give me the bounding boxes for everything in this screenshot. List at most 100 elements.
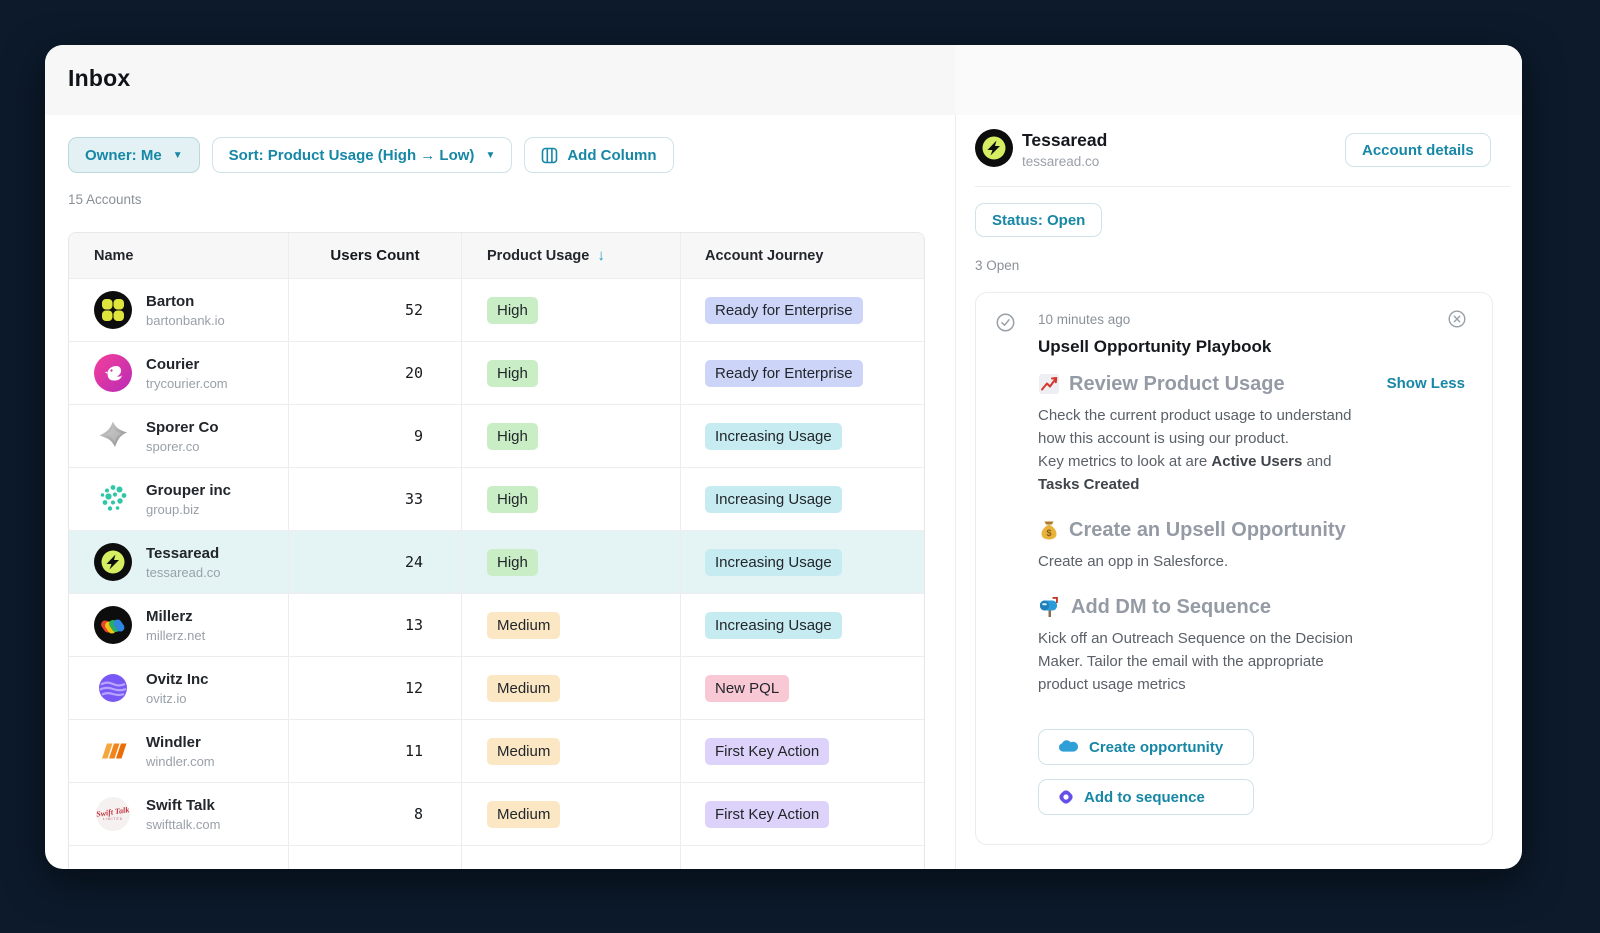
ovitz-logo xyxy=(97,672,129,704)
add-column-button[interactable]: Add Column xyxy=(524,137,674,173)
table-header-row: Name Users Count Product Usage ↓ Account… xyxy=(69,233,924,278)
product-usage-badge: Medium xyxy=(487,737,561,765)
account-journey-badge: Ready for Enterprise xyxy=(705,296,863,324)
product-usage-badge: Medium xyxy=(487,611,561,639)
swifttalk-logo xyxy=(95,797,130,831)
account-journey-badge: Increasing Usage xyxy=(705,422,842,450)
product-usage-badge: High xyxy=(487,485,538,513)
product-usage-badge: Medium xyxy=(487,800,561,828)
table-row-partial xyxy=(69,845,924,869)
account-name: Swift Talk xyxy=(146,796,215,814)
show-less-link[interactable]: Show Less xyxy=(1387,375,1465,392)
account-name: Grouper inc xyxy=(146,481,232,499)
accounts-count: 15 Accounts xyxy=(68,192,142,207)
accounts-table: Name Users Count Product Usage ↓ Account… xyxy=(68,232,925,869)
product-usage-badge: High xyxy=(487,422,538,450)
product-usage-badge: High xyxy=(487,548,538,576)
sort-descending-icon: ↓ xyxy=(597,247,605,264)
grouper-logo xyxy=(100,485,127,511)
account-domain: windler.com xyxy=(146,753,215,769)
step-body-add-dm: Kick off an Outreach Sequence on the Dec… xyxy=(1038,630,1353,693)
table-row[interactable]: Millerz millerz.net 13 Medium Increasing… xyxy=(69,593,924,656)
tessaread-logo xyxy=(94,543,132,581)
table-row[interactable]: Swift Talk swifttalk.com 8 Medium First … xyxy=(69,782,924,845)
account-domain: tessaread.co xyxy=(146,564,221,580)
column-header-account-journey[interactable]: Account Journey xyxy=(680,233,924,278)
account-name: Ovitz Inc xyxy=(146,670,209,688)
step-heading-review-usage: Review Product Usage xyxy=(1038,371,1368,397)
account-journey-badge: First Key Action xyxy=(705,737,830,765)
close-circle-icon[interactable] xyxy=(1448,310,1466,328)
top-header-right-section xyxy=(955,45,1522,115)
column-header-users-count[interactable]: Users Count xyxy=(288,233,461,278)
account-domain: ovitz.io xyxy=(146,690,187,706)
users-count-value: 12 xyxy=(288,657,461,719)
add-to-sequence-button[interactable]: Add to sequence xyxy=(1038,779,1254,815)
users-count-value: 52 xyxy=(288,279,461,341)
windler-logo xyxy=(102,743,127,759)
step-body-review-usage: Check the current product usage to under… xyxy=(1038,407,1352,493)
account-journey-badge: Increasing Usage xyxy=(705,485,842,513)
salesforce-cloud-icon xyxy=(1059,740,1078,752)
table-row[interactable]: Windler windler.com 11 Medium First Key … xyxy=(69,719,924,782)
table-row[interactable]: Courier trycourier.com 20 High Ready for… xyxy=(69,341,924,404)
table-row[interactable]: Grouper inc group.biz 33 High Increasing… xyxy=(69,467,924,530)
card-title: Upsell Opportunity Playbook xyxy=(1038,337,1272,356)
svg-text:$: $ xyxy=(1046,528,1051,538)
users-count-value: 8 xyxy=(288,783,461,845)
table-row[interactable]: Ovitz Inc ovitz.io 12 Medium New PQL xyxy=(69,656,924,719)
account-domain: sporer.co xyxy=(146,438,200,454)
outreach-badge-icon xyxy=(1059,790,1073,804)
sort-dropdown[interactable]: Sort: Product Usage (High → Low) ▼ xyxy=(211,137,513,173)
table-columns-icon xyxy=(542,147,558,163)
users-count-value: 13 xyxy=(288,594,461,656)
add-column-label: Add Column xyxy=(567,146,657,164)
product-usage-badge: High xyxy=(487,359,538,387)
money-bag-emoji: $ xyxy=(1041,521,1057,540)
create-opportunity-button[interactable]: Create opportunity xyxy=(1038,729,1254,765)
courier-logo xyxy=(94,354,132,392)
account-domain: millerz.net xyxy=(146,627,206,643)
account-journey-badge: Increasing Usage xyxy=(705,548,842,576)
barton-logo xyxy=(94,291,132,329)
open-count: 3 Open xyxy=(975,258,1020,273)
check-circle-icon[interactable] xyxy=(996,313,1015,332)
playbook-card: 10 minutes ago Upsell Opportunity Playbo… xyxy=(975,292,1493,845)
account-name: Tessaread xyxy=(146,544,220,562)
app-window: Inbox Owner: Me ▼ Sort: Product Usage (H… xyxy=(45,45,1522,869)
table-row-selected[interactable]: Tessaread tessaread.co 24 High Increasin… xyxy=(69,530,924,593)
users-count-value: 33 xyxy=(288,468,461,530)
panel-header-divider xyxy=(975,186,1510,187)
column-header-name[interactable]: Name xyxy=(69,233,288,278)
account-name: Windler xyxy=(146,733,201,751)
owner-filter-label: Owner: Me xyxy=(85,146,162,164)
owner-filter-dropdown[interactable]: Owner: Me ▼ xyxy=(68,137,200,173)
account-journey-badge: New PQL xyxy=(705,674,790,702)
column-header-product-usage[interactable]: Product Usage ↓ xyxy=(461,233,680,278)
tessaread-logo xyxy=(975,129,1013,167)
card-timestamp: 10 minutes ago xyxy=(1038,312,1131,327)
panel-account-name: Tessaread xyxy=(1022,130,1108,150)
account-name: Barton xyxy=(146,292,195,310)
step-body-create-upsell: Create an opp in Salesforce. xyxy=(1038,553,1229,570)
users-count-value: 24 xyxy=(288,531,461,593)
card-body: Review Product Usage Check the current p… xyxy=(1038,371,1368,696)
users-count-value: 9 xyxy=(288,405,461,467)
account-details-button[interactable]: Account details xyxy=(1345,133,1491,167)
account-name: Courier xyxy=(146,355,200,373)
sort-label: Sort: Product Usage (High → Low) xyxy=(228,146,475,164)
account-domain: bartonbank.io xyxy=(146,312,225,328)
metric-active-users: Active Users xyxy=(1211,453,1303,470)
step-heading-create-upsell: $ Create an Upsell Opportunity xyxy=(1038,517,1368,543)
table-row[interactable]: Sporer Co sporer.co 9 High Increasing Us… xyxy=(69,404,924,467)
account-domain: trycourier.com xyxy=(146,375,228,391)
millerz-logo xyxy=(94,606,132,644)
status-filter-button[interactable]: Status: Open xyxy=(975,203,1103,237)
metric-tasks-created: Tasks Created xyxy=(1038,476,1140,493)
account-journey-badge: Ready for Enterprise xyxy=(705,359,863,387)
table-row[interactable]: Barton bartonbank.io 52 High Ready for E… xyxy=(69,278,924,341)
users-count-value: 20 xyxy=(288,342,461,404)
chart-increasing-emoji xyxy=(1039,374,1059,394)
users-count-value: 11 xyxy=(288,720,461,782)
top-header-bar: Inbox xyxy=(45,45,1522,115)
